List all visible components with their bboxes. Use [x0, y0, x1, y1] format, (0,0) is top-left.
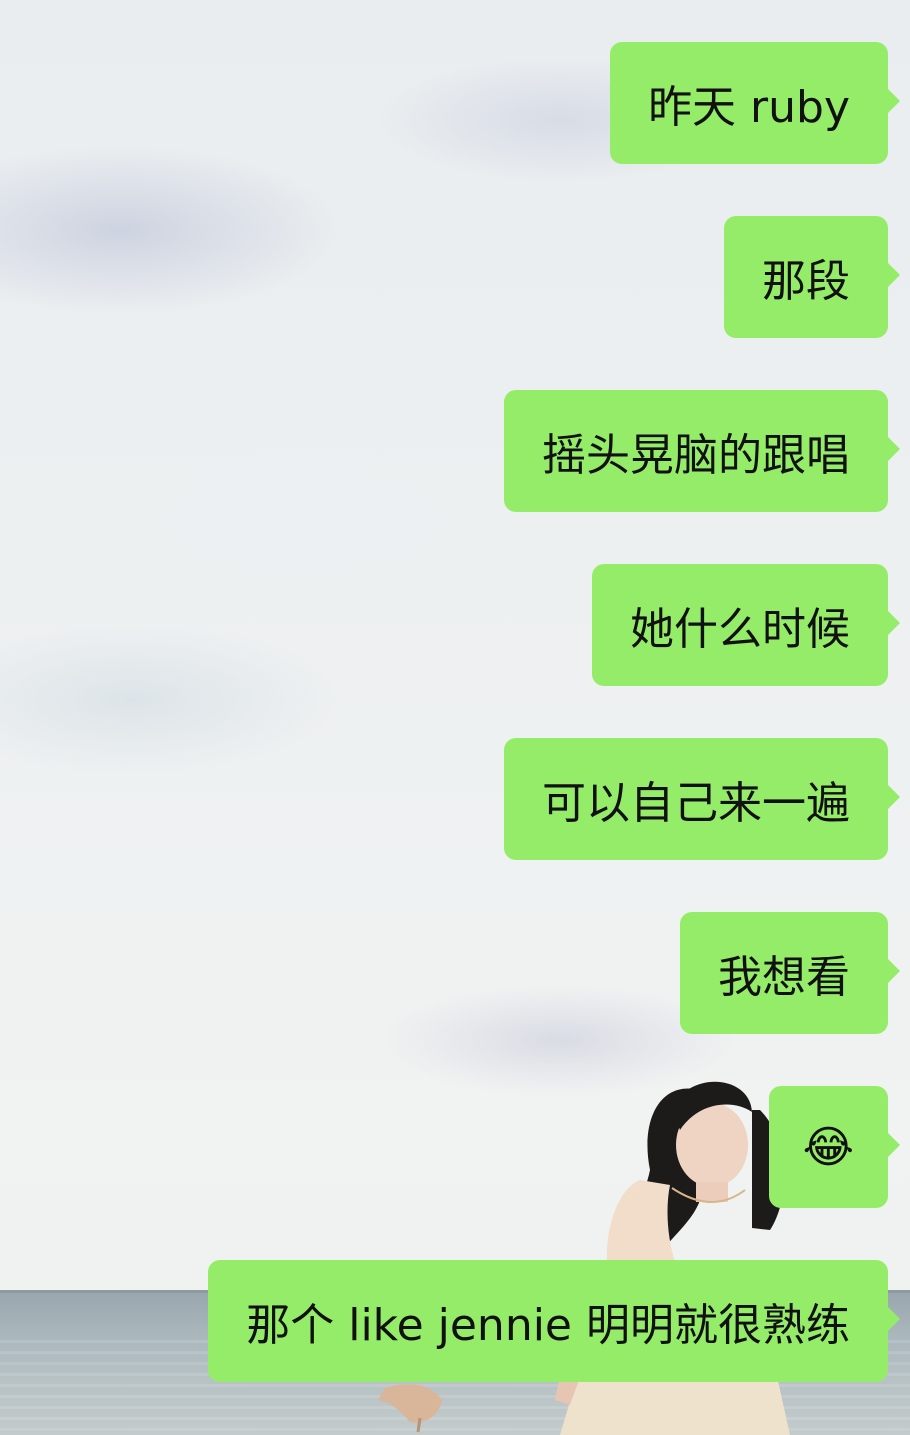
message-text: 昨天 ruby — [648, 82, 850, 133]
message-text: 她什么时候 — [630, 604, 850, 655]
chat-message-list[interactable]: 昨天 ruby 那段 摇头晃脑的跟唱 她什么时候 可以自己来一遍 我想看 😂 那… — [0, 0, 910, 1435]
message-bubble[interactable]: 摇头晃脑的跟唱 — [504, 390, 900, 512]
message-bubble-emoji[interactable]: 😂 — [768, 1086, 901, 1208]
message-bubble[interactable]: 可以自己来一遍 — [504, 738, 900, 860]
message-text: 我想看 — [718, 952, 850, 1003]
message-bubble[interactable]: 那个 like jennie 明明就很熟练 — [208, 1260, 900, 1382]
message-text: 摇头晃脑的跟唱 — [542, 430, 850, 481]
message-bubble[interactable]: 昨天 ruby — [610, 42, 900, 164]
message-text: 可以自己来一遍 — [542, 778, 850, 829]
tears-of-joy-emoji-icon: 😂 — [802, 1121, 854, 1173]
message-bubble[interactable]: 我想看 — [680, 912, 900, 1034]
message-bubble[interactable]: 她什么时候 — [592, 564, 900, 686]
message-text: 那段 — [762, 256, 850, 307]
message-bubble[interactable]: 那段 — [724, 216, 900, 338]
message-text: 那个 like jennie 明明就很熟练 — [246, 1300, 850, 1351]
